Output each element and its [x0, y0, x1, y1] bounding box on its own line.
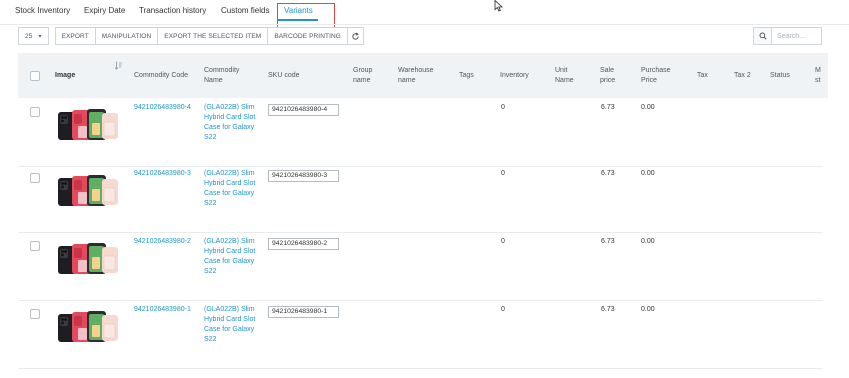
column-more[interactable]: M st [815, 53, 823, 98]
product-image[interactable] [57, 242, 119, 276]
column-unit-name[interactable]: Unit Name [555, 53, 585, 98]
sort-icon[interactable] [115, 61, 122, 70]
table-row: 9421026483980-1 (GLA022B) Slim Hybrid Ca… [18, 301, 823, 369]
table-row: 9421026483980-3 (GLA022B) Slim Hybrid Ca… [18, 165, 823, 233]
product-thumbnail [58, 311, 118, 342]
export-selected-button[interactable]: EXPORT THE SELECTED ITEM [157, 27, 269, 45]
mouse-cursor-icon [494, 0, 504, 12]
sku-code-field[interactable]: 9421026483980-1 [268, 306, 339, 318]
commodity-name-link[interactable]: (GLA022B) Slim Hybrid Card Slot Case for… [204, 305, 260, 346]
product-image[interactable] [57, 174, 119, 208]
tab-expiry-date[interactable]: Expiry Date [84, 6, 125, 15]
inventory-value: 0 [501, 306, 505, 313]
commodity-name-link[interactable]: (GLA022B) Slim Hybrid Card Slot Case for… [204, 103, 260, 144]
product-image[interactable] [57, 310, 119, 344]
commodity-code-link[interactable]: 9421026483980-1 [134, 305, 196, 315]
tab-bar: Stock Inventory Expiry Date Transaction … [0, 0, 849, 28]
column-inventory[interactable]: Inventory [500, 53, 529, 98]
search-input[interactable] [772, 27, 822, 45]
column-sale-price[interactable]: Sale price [600, 53, 626, 98]
select-all-checkbox[interactable] [30, 70, 40, 81]
export-button[interactable]: EXPORT [54, 27, 96, 45]
inventory-value: 0 [501, 238, 505, 245]
tab-divider [0, 24, 849, 25]
column-tax[interactable]: Tax [697, 53, 708, 98]
page-size-value: 25 [25, 32, 33, 40]
commodity-code-link[interactable]: 9421026483980-3 [134, 169, 196, 179]
search-button[interactable] [753, 27, 772, 45]
page-size-select[interactable]: 25 ▾ [18, 27, 49, 45]
inventory-value: 0 [501, 104, 505, 111]
manipulation-button[interactable]: MANIPULATION [94, 27, 159, 45]
product-thumbnail [58, 109, 118, 140]
barcode-printing-button[interactable]: BARCODE PRINTING [267, 27, 348, 45]
table-row: 9421026483980-2 (GLA022B) Slim Hybrid Ca… [18, 233, 823, 301]
sku-code-field[interactable]: 9421026483980-2 [268, 238, 339, 250]
tab-transaction-history[interactable]: Transaction history [139, 6, 206, 15]
product-thumbnail [58, 243, 118, 274]
column-group-name[interactable]: Group name [353, 53, 383, 98]
column-commodity-name[interactable]: Commodity Name [204, 53, 258, 98]
column-sku-code[interactable]: SKU code [268, 53, 300, 98]
sale-price-value: 6.73 [601, 170, 615, 177]
purchase-price-value: 0.00 [641, 238, 655, 245]
column-image[interactable]: Image [55, 53, 75, 98]
sale-price-value: 6.73 [601, 306, 615, 313]
table-toolbar: 25 ▾ EXPORT MANIPULATION EXPORT THE SELE… [18, 27, 364, 45]
column-purchase-price[interactable]: Purchase Price [641, 53, 681, 98]
commodity-name-link[interactable]: (GLA022B) Slim Hybrid Card Slot Case for… [204, 237, 260, 278]
sku-code-field[interactable]: 9421026483980-3 [268, 170, 339, 182]
search-icon [758, 32, 767, 40]
column-commodity-code[interactable]: Commodity Code [134, 53, 194, 98]
tab-custom-fields[interactable]: Custom fields [221, 6, 269, 15]
table-header: Image Commodity Code Commodity Name SKU … [18, 53, 828, 98]
commodity-name-link[interactable]: (GLA022B) Slim Hybrid Card Slot Case for… [204, 169, 260, 210]
tab-stock-inventory[interactable]: Stock Inventory [15, 6, 70, 15]
column-tags[interactable]: Tags [459, 53, 474, 98]
refresh-button[interactable] [346, 27, 364, 45]
column-tax-2[interactable]: Tax 2 [734, 53, 752, 98]
inventory-value: 0 [501, 170, 505, 177]
sale-price-value: 6.73 [601, 104, 615, 111]
product-thumbnail [58, 175, 118, 206]
sale-price-value: 6.73 [601, 238, 615, 245]
purchase-price-value: 0.00 [641, 104, 655, 111]
row-checkbox[interactable] [30, 309, 40, 319]
table-row: 9421026483980-4 (GLA022B) Slim Hybrid Ca… [18, 99, 823, 167]
purchase-price-value: 0.00 [641, 170, 655, 177]
sku-code-field[interactable]: 9421026483980-4 [268, 104, 339, 116]
chevron-down-icon: ▾ [38, 33, 42, 40]
refresh-icon [352, 32, 359, 40]
select-all-cell [30, 53, 40, 98]
row-checkbox[interactable] [30, 241, 40, 251]
search-box [753, 27, 822, 45]
product-image[interactable] [57, 108, 119, 142]
commodity-code-link[interactable]: 9421026483980-4 [134, 103, 196, 113]
column-status[interactable]: Status [770, 53, 790, 98]
commodity-code-link[interactable]: 9421026483980-2 [134, 237, 196, 247]
column-warehouse-name[interactable]: Warehouse name [398, 53, 442, 98]
row-checkbox[interactable] [30, 107, 40, 117]
row-checkbox[interactable] [30, 173, 40, 183]
purchase-price-value: 0.00 [641, 306, 655, 313]
